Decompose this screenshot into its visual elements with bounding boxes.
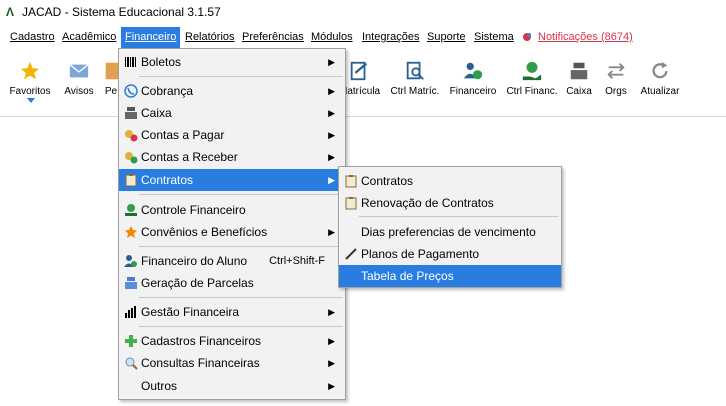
refresh-icon [652, 61, 668, 79]
submenu-arrow-icon: ▶ [328, 108, 335, 118]
toolbar-ctrl-matric-button[interactable]: Ctrl Matríc. [389, 54, 441, 97]
menu-item-gestao-financeira[interactable]: Gestão Financeira ▶ [119, 301, 345, 323]
menu-preferencias[interactable]: Preferências [238, 27, 308, 48]
notification-icon [522, 31, 532, 41]
toolbar-avisos-button[interactable]: Avisos [62, 54, 96, 97]
submenu-arrow-icon: ▶ [328, 57, 335, 67]
hand-money-icon [522, 61, 542, 81]
title-bar: Λ JACAD - Sistema Educacional 3.1.57 [0, 0, 726, 24]
menu-item-controle-financeiro[interactable]: Controle Financeiro [119, 199, 345, 221]
financeiro-menu: Boletos ▶ Cobrança ▶ Caixa ▶ Contas a Pa… [118, 48, 346, 400]
submenu-arrow-icon: ▶ [328, 86, 335, 96]
menu-item-contas-a-pagar[interactable]: Contas a Pagar ▶ [119, 124, 345, 146]
menu-cadastro[interactable]: Cadastro [6, 27, 59, 48]
app-logo-icon: Λ [6, 5, 15, 19]
menu-item-consultas-financeiras[interactable]: Consultas Financeiras ▶ [119, 352, 345, 374]
submenu-item-dias-preferencias-de-vencimento[interactable]: Dias preferencias de vencimento [339, 221, 561, 243]
star-icon [20, 61, 40, 80]
cash-register-icon [125, 277, 137, 289]
submenu-item-contratos[interactable]: Contratos [339, 170, 561, 192]
toolbar-atualizar-button[interactable]: Atualizar [639, 54, 681, 97]
cash-register-icon [570, 62, 588, 80]
menu-academico[interactable]: Acadêmico [58, 27, 120, 48]
star-icon [125, 226, 137, 238]
hand-money-icon [125, 204, 137, 216]
submenu-arrow-icon: ▶ [328, 152, 335, 162]
plus-icon [125, 335, 137, 347]
toolbar: Favoritos Avisos Pe Matrícula Ctrl Matrí… [0, 48, 726, 117]
submenu-arrow-icon: ▶ [328, 336, 335, 346]
menu-modulos[interactable]: Módulos [307, 27, 357, 48]
menu-separator [359, 216, 559, 217]
menu-relatorios[interactable]: Relatórios [181, 27, 239, 48]
shortcut-label: Ctrl+Shift-F [269, 255, 325, 267]
menu-item-cobranca[interactable]: Cobrança ▶ [119, 80, 345, 102]
menu-item-contas-a-receber[interactable]: Contas a Receber ▶ [119, 146, 345, 168]
contratos-submenu: Contratos Renovação de Contratos Dias pr… [338, 166, 562, 288]
coins-plus-icon [125, 152, 138, 164]
mail-icon [69, 64, 89, 78]
coins-minus-icon [125, 130, 138, 142]
submenu-arrow-icon: ▶ [328, 175, 335, 185]
menu-bar: Cadastro Acadêmico Financeiro Relatórios… [0, 27, 726, 48]
bar-chart-icon [125, 306, 136, 318]
menu-item-caixa[interactable]: Caixa ▶ [119, 102, 345, 124]
menu-separator [139, 326, 343, 327]
menu-separator [139, 76, 343, 77]
menu-sistema[interactable]: Sistema [470, 27, 518, 48]
toolbar-favoritos-button[interactable]: Favoritos [6, 54, 54, 97]
clipboard-icon [125, 174, 137, 187]
edit-document-icon [350, 61, 368, 81]
favoritos-dropdown-caret-icon[interactable] [27, 98, 35, 103]
search-document-icon [406, 61, 424, 80]
clipboard-icon [345, 175, 357, 188]
phone-icon [124, 84, 138, 98]
pen-icon [345, 248, 357, 260]
transfer-arrows-icon [607, 63, 625, 79]
menu-separator [139, 246, 343, 247]
menu-integracoes[interactable]: Integrações [358, 27, 423, 48]
submenu-arrow-icon: ▶ [328, 227, 335, 237]
cash-register-icon [125, 107, 137, 119]
menu-item-contratos[interactable]: Contratos ▶ [119, 169, 345, 191]
menu-separator [139, 297, 343, 298]
menu-financeiro[interactable]: Financeiro [121, 27, 181, 48]
toolbar-caixa-button[interactable]: Caixa [565, 54, 593, 97]
user-money-icon [124, 255, 137, 267]
menu-item-outros[interactable]: Outros ▶ [119, 375, 345, 397]
menu-item-convenios-e-beneficios[interactable]: Convênios e Benefícios ▶ [119, 221, 345, 243]
submenu-arrow-icon: ▶ [328, 381, 335, 391]
submenu-arrow-icon: ▶ [328, 130, 335, 140]
toolbar-orgs-button[interactable]: Orgs [603, 54, 629, 97]
submenu-item-planos-de-pagamento[interactable]: Planos de Pagamento [339, 243, 561, 265]
submenu-item-tabela-de-precos[interactable]: Tabela de Preços [339, 265, 561, 287]
window-title: JACAD - Sistema Educacional 3.1.57 [22, 5, 221, 19]
menu-suporte[interactable]: Suporte [423, 27, 470, 48]
submenu-item-renovacao-de-contratos[interactable]: Renovação de Contratos [339, 192, 561, 214]
menu-item-boletos[interactable]: Boletos ▶ [119, 51, 345, 73]
user-money-icon [463, 62, 483, 80]
submenu-arrow-icon: ▶ [328, 307, 335, 317]
barcode-icon [125, 57, 136, 67]
toolbar-financeiro-button[interactable]: Financeiro [449, 54, 497, 97]
menu-separator [139, 194, 343, 195]
clipboard-icon [345, 197, 357, 210]
toolbar-ctrl-financ-button[interactable]: Ctrl Financ. [505, 54, 559, 97]
magnifier-icon [125, 357, 138, 370]
submenu-arrow-icon: ▶ [328, 358, 335, 368]
menu-item-geracao-de-parcelas[interactable]: Geração de Parcelas [119, 272, 345, 294]
menu-item-cadastros-financeiros[interactable]: Cadastros Financeiros ▶ [119, 330, 345, 352]
menu-notificacoes[interactable]: Notificações (8674) [534, 27, 637, 48]
menu-item-financeiro-do-aluno[interactable]: Financeiro do Aluno Ctrl+Shift-F [119, 250, 345, 272]
